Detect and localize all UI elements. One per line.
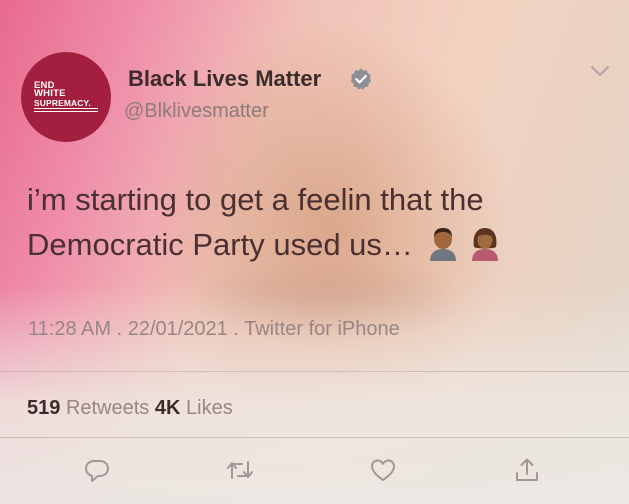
reply-icon bbox=[85, 460, 109, 482]
likes-count[interactable]: 4K bbox=[155, 397, 181, 419]
emoji-group bbox=[426, 225, 503, 273]
tweet-body: i’m starting to get a feelin that the De… bbox=[27, 182, 484, 262]
tweet-card: END WHITE SUPREMACY. Black Lives Matter … bbox=[0, 0, 629, 504]
likes-label[interactable]: Likes bbox=[186, 397, 233, 419]
meta-sep-2: . bbox=[227, 318, 245, 340]
avatar-line-3: SUPREMACY. bbox=[34, 99, 98, 110]
handle[interactable]: @Blklivesmatter bbox=[124, 100, 269, 123]
retweet-icon bbox=[227, 461, 253, 479]
like-button[interactable] bbox=[368, 455, 398, 485]
tweet-date: 22/01/2021 bbox=[127, 318, 228, 340]
avatar[interactable]: END WHITE SUPREMACY. bbox=[21, 52, 111, 142]
meta-sep-1: . bbox=[111, 318, 128, 340]
avatar-underline bbox=[34, 111, 98, 113]
woman-emoji bbox=[472, 228, 499, 261]
display-name[interactable]: Black Lives Matter bbox=[128, 66, 321, 92]
divider-bottom bbox=[0, 437, 629, 438]
tweet-stats: 519 Retweets 4K Likes bbox=[27, 397, 233, 420]
share-button[interactable] bbox=[512, 455, 542, 485]
share-icon bbox=[516, 458, 538, 481]
avatar-text: END WHITE SUPREMACY. bbox=[34, 81, 98, 113]
tweet-time: 11:28 AM bbox=[28, 318, 112, 340]
chevron-down-icon[interactable] bbox=[590, 64, 610, 78]
tweet-source[interactable]: Twitter for iPhone bbox=[244, 318, 400, 340]
retweet-button[interactable] bbox=[225, 455, 255, 485]
retweets-label[interactable]: Retweets bbox=[66, 397, 149, 419]
divider-top bbox=[0, 371, 629, 372]
action-bar bbox=[0, 455, 629, 485]
man-emoji bbox=[429, 228, 456, 261]
tweet-text: i’m starting to get a feelin that the De… bbox=[27, 177, 587, 273]
tweet-meta: 11:28 AM . 22/01/2021 . Twitter for iPho… bbox=[28, 318, 400, 341]
heart-icon bbox=[371, 459, 395, 481]
reply-button[interactable] bbox=[82, 455, 112, 485]
retweets-count[interactable]: 519 bbox=[27, 397, 60, 419]
verified-badge-icon bbox=[350, 68, 372, 90]
